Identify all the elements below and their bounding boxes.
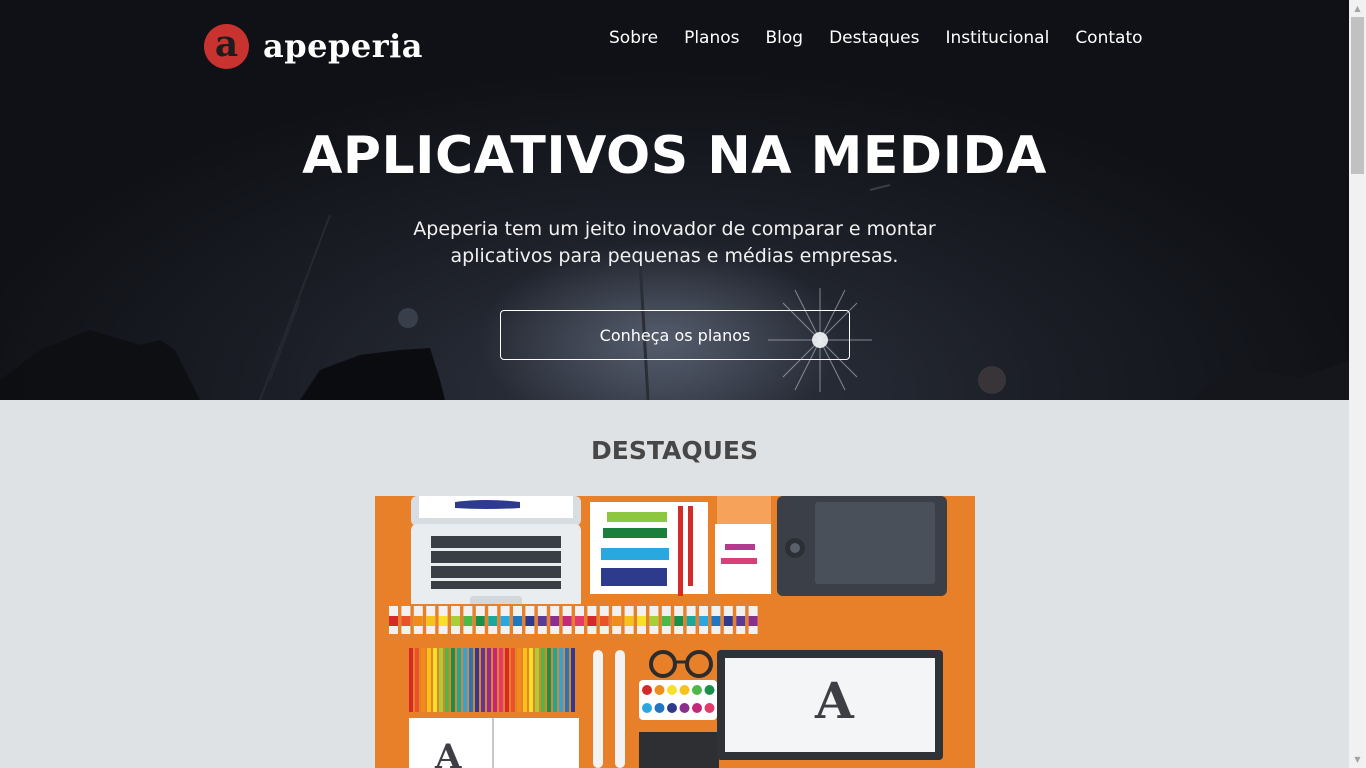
hero-subtitle-line-1: Apeperia tem um jeito inovador de compar… [413,218,936,240]
scroll-up-arrow-icon[interactable]: ▲ [1349,0,1366,17]
nav-destaques[interactable]: Destaques [829,28,919,48]
nav-contato[interactable]: Contato [1075,28,1142,48]
nav-sobre[interactable]: Sobre [609,28,658,48]
nav-institucional[interactable]: Institucional [945,28,1049,48]
main-nav: Sobre Planos Blog Destaques Instituciona… [609,28,1143,48]
hero-subtitle-line-2: aplicativos para pequenas e médias empre… [450,245,899,267]
brand-logo[interactable]: a apeperia [204,24,423,69]
destaques-image[interactable]: A A [375,496,975,768]
scroll-down-arrow-icon[interactable]: ▼ [1349,751,1366,768]
vertical-scrollbar[interactable]: ▲ ▼ [1349,0,1366,768]
nav-planos[interactable]: Planos [684,28,739,48]
plans-cta-button[interactable]: Conheça os planos [500,310,850,360]
nav-blog[interactable]: Blog [766,28,804,48]
hero-subtitle: Apeperia tem um jeito inovador de compar… [0,216,1349,270]
hero-section: a apeperia Sobre Planos Blog Destaques I… [0,0,1349,400]
logo-mark: a [204,24,249,69]
page: a apeperia Sobre Planos Blog Destaques I… [0,0,1349,768]
logo-letter: a [214,22,239,65]
svg-text:A: A [814,671,855,730]
designer-desk-illustration-icon: A A [375,496,975,768]
hero-title: APLICATIVOS NA MEDIDA [302,126,1047,186]
brand-name: apeperia [263,26,423,65]
svg-text:A: A [434,737,462,768]
scroll-thumb[interactable] [1351,17,1364,174]
destaques-title: DESTAQUES [591,436,758,465]
